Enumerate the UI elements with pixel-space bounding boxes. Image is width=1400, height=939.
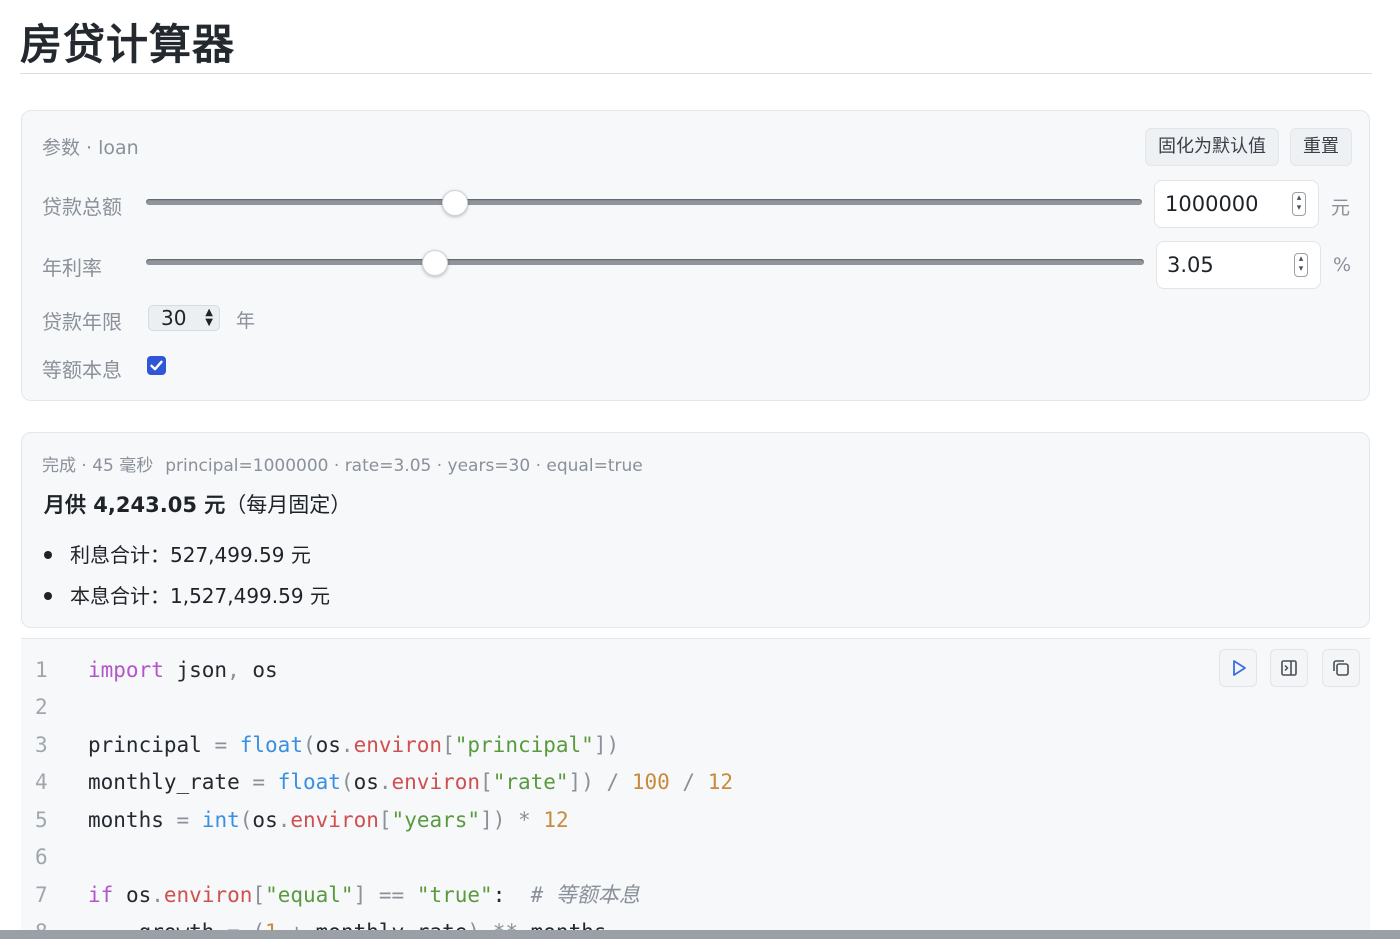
list-item: 本息合计：1,527,499.59 元	[44, 580, 330, 609]
code-text: principal = float(os.environ["principal"…	[88, 733, 620, 757]
page-title: 房贷计算器	[20, 20, 236, 69]
select-arrows-icon: ▲ ▼	[205, 307, 213, 328]
line-number: 3	[35, 733, 48, 757]
principal-slider[interactable]	[146, 199, 1142, 205]
years-select-value: 30	[161, 306, 187, 330]
code-text: if os.environ["equal"] == "true": # 等额本息	[88, 883, 640, 907]
years-select[interactable]: 30 ▲ ▼	[148, 305, 220, 331]
principal-slider-thumb[interactable]	[441, 190, 468, 216]
result-panel: 完成 · 45 毫秒 principal=1000000 · rate=3.05 …	[21, 432, 1370, 628]
principal-spinner-icon[interactable]: ▴ ▾	[1292, 192, 1306, 216]
rate-input[interactable]: 3.05 ▴ ▾	[1156, 241, 1321, 289]
bullet-icon	[44, 591, 52, 600]
interest-total: 利息合计：527,499.59 元	[70, 543, 311, 567]
page: 房贷计算器 参数 · loan 固化为默认值 重置 贷款总额 1000000 ▴…	[0, 0, 1400, 939]
principal-input-value: 1000000	[1165, 192, 1259, 216]
monthly-amount: 月供 4,243.05 元	[44, 493, 226, 517]
vars-text: principal=1000000 · rate=3.05 · years=30…	[165, 456, 643, 476]
code-text: months = int(os.environ["years"]) * 12	[88, 808, 569, 832]
rate-spinner-icon[interactable]: ▴ ▾	[1294, 253, 1308, 277]
fix-default-button[interactable]: 固化为默认值	[1145, 128, 1279, 166]
line-number: 7	[35, 883, 48, 907]
code-text: import json, os	[88, 658, 278, 682]
params-panel: 参数 · loan 固化为默认值 重置 贷款总额 1000000 ▴ ▾ 元 年利…	[21, 110, 1370, 401]
total-payment: 本息合计：1,527,499.59 元	[70, 584, 330, 608]
principal-label: 贷款总额	[42, 195, 122, 219]
copy-button[interactable]	[1322, 649, 1360, 687]
monthly-note: （每月固定）	[225, 493, 352, 517]
play-icon	[1233, 660, 1246, 676]
params-header: 参数 · loan	[42, 137, 139, 159]
line-number: 2	[35, 695, 48, 719]
status-line: 完成 · 45 毫秒 principal=1000000 · rate=3.05 …	[42, 451, 643, 476]
line-number: 6	[35, 845, 48, 869]
monthly-payment: 月供 4,243.05 元（每月固定）	[44, 489, 351, 519]
copy-icon	[1333, 660, 1349, 676]
checkmark-icon	[150, 360, 163, 371]
run-button[interactable]	[1219, 649, 1257, 687]
principal-unit: 元	[1331, 197, 1351, 219]
title-divider	[20, 73, 1372, 74]
code-text: monthly_rate = float(os.environ["rate"])…	[88, 770, 734, 794]
line-number: 5	[35, 808, 48, 832]
line-number: 4	[35, 770, 48, 794]
bullet-icon	[44, 550, 52, 559]
panel-toggle-icon	[1281, 660, 1297, 676]
reset-button[interactable]: 重置	[1290, 128, 1352, 166]
rate-label: 年利率	[42, 256, 102, 280]
list-item: 利息合计：527,499.59 元	[44, 539, 311, 568]
rate-slider-thumb[interactable]	[422, 250, 449, 276]
years-unit: 年	[236, 310, 256, 332]
rate-unit: %	[1333, 254, 1352, 276]
line-number: 1	[35, 658, 48, 682]
equal-label: 等额本息	[42, 358, 122, 382]
toggle-panel-button[interactable]	[1270, 649, 1308, 687]
rate-slider[interactable]	[146, 259, 1144, 265]
principal-input[interactable]: 1000000 ▴ ▾	[1154, 180, 1319, 228]
horizontal-scrollbar[interactable]	[0, 930, 1400, 939]
code-editor[interactable]: 1 import json, os 2 3 principal = float(os…	[21, 638, 1370, 939]
rate-input-value: 3.05	[1167, 253, 1214, 277]
years-label: 贷款年限	[42, 310, 122, 334]
equal-checkbox[interactable]	[147, 356, 166, 375]
status-text: 完成 · 45 毫秒	[42, 456, 154, 476]
